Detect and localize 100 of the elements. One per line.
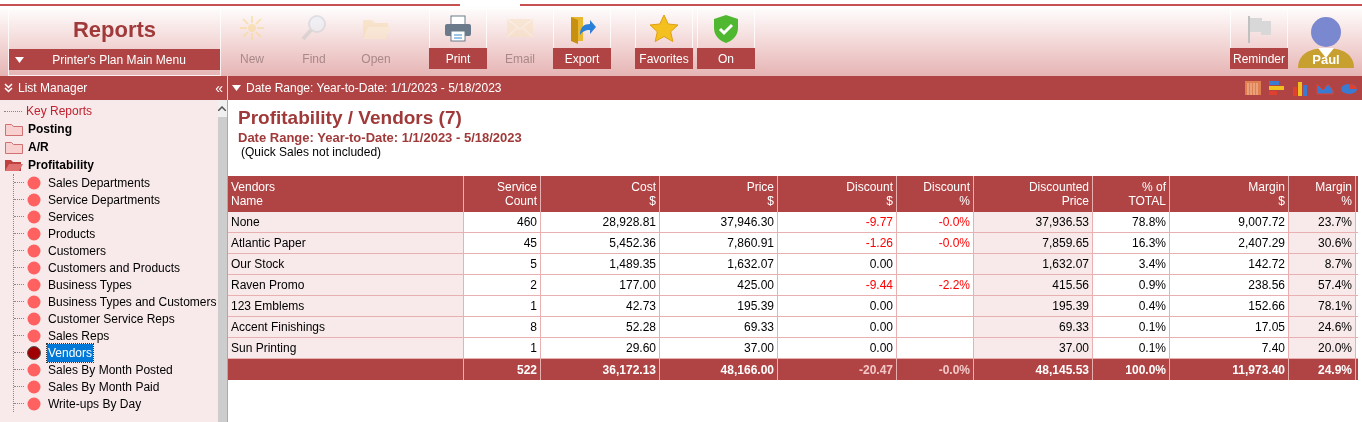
column-header[interactable]: Margin $ xyxy=(1170,176,1289,212)
total-cell: 36,172.13 xyxy=(541,359,660,380)
table-cell: 0.1% xyxy=(1093,338,1170,358)
table-cell: 57.4% xyxy=(1289,275,1356,295)
table-cell: 0.00 xyxy=(778,254,897,274)
table-icon[interactable] xyxy=(1244,80,1262,96)
tree-item[interactable]: Sales Reps xyxy=(47,326,111,345)
table-cell: 1,632.07 xyxy=(660,254,778,274)
table-cell: 0.1% xyxy=(1093,317,1170,337)
dot-icon xyxy=(27,362,41,377)
bar-chart-icon[interactable] xyxy=(1292,80,1310,96)
collapse-button[interactable]: « xyxy=(215,77,223,99)
dot-icon xyxy=(27,396,41,411)
table-cell: 2 xyxy=(464,275,541,295)
tree-link[interactable]: Key Reports xyxy=(26,102,93,120)
toolbar-button[interactable]: Export xyxy=(553,48,611,69)
dot-icon xyxy=(27,226,41,241)
tree-item[interactable]: Customer Service Reps xyxy=(47,309,176,328)
tree-folder[interactable]: Profitability xyxy=(28,156,94,174)
table-cell: 7,860.91 xyxy=(660,233,778,253)
report-title: Profitability / Vendors (7) xyxy=(238,106,463,130)
column-header[interactable]: Price $ xyxy=(660,176,778,212)
table-cell: 69.33 xyxy=(974,317,1093,337)
tree-item[interactable]: Write-ups By Day xyxy=(47,394,143,413)
horizontal-bar-chart-icon[interactable] xyxy=(1268,80,1286,96)
toolbar-button[interactable]: Print xyxy=(429,48,487,69)
table-cell: 78.8% xyxy=(1093,212,1170,232)
table-cell: 16.3% xyxy=(1093,233,1170,253)
tree-item[interactable]: Business Types and Customers xyxy=(47,292,218,311)
table-cell: -1.26 xyxy=(778,233,897,253)
toolbar-button[interactable]: Favorites xyxy=(635,48,693,69)
dot-icon xyxy=(27,209,41,224)
table-cell: 45 xyxy=(464,233,541,253)
tree-folder[interactable]: A/R xyxy=(28,138,49,156)
table-cell: 1 xyxy=(464,296,541,316)
table-cell: 37.00 xyxy=(660,338,778,358)
dot-icon xyxy=(27,379,41,394)
total-cell: 522 xyxy=(464,359,541,380)
column-header[interactable]: Discount % xyxy=(897,176,974,212)
table-cell: 28,928.81 xyxy=(541,212,660,232)
total-cell: 24.9% xyxy=(1289,359,1356,380)
table-cell: 0.4% xyxy=(1093,296,1170,316)
expand-icon[interactable] xyxy=(4,83,13,93)
scrollbar[interactable] xyxy=(217,100,227,422)
toolbar-button[interactable]: On xyxy=(697,48,755,69)
scroll-up-icon[interactable] xyxy=(218,106,227,111)
tree-item[interactable]: Sales By Month Posted xyxy=(47,360,174,379)
panel-title: List Manager xyxy=(18,80,88,97)
tree-item[interactable]: Service Departments xyxy=(47,190,162,209)
table-cell: 30.6% xyxy=(1289,233,1356,253)
tree-item[interactable]: Sales Departments xyxy=(47,173,152,192)
tree-item[interactable]: Customers xyxy=(47,241,107,260)
total-cell: 48,145.53 xyxy=(974,359,1093,380)
column-header[interactable]: Discount $ xyxy=(778,176,897,212)
table-cell: 78.1% xyxy=(1289,296,1356,316)
main-menu-button[interactable]: Printer's Plan Main Menu xyxy=(9,49,220,70)
dot-icon xyxy=(27,175,41,190)
tree-item[interactable]: Sales By Month Paid xyxy=(47,377,161,396)
caret-icon xyxy=(15,56,24,63)
table-cell: 5 xyxy=(464,254,541,274)
column-header[interactable]: % of TOTAL xyxy=(1093,176,1170,212)
table-cell: -9.77 xyxy=(778,212,897,232)
table-cell: 460 xyxy=(464,212,541,232)
table-cell: 29.60 xyxy=(541,338,660,358)
total-cell: 100.0% xyxy=(1093,359,1170,380)
total-cell: -0.0% xyxy=(897,359,974,380)
reminder-button[interactable]: Reminder xyxy=(1230,48,1288,69)
table-cell: 7,859.65 xyxy=(974,233,1093,253)
printer-icon xyxy=(442,12,474,45)
table-cell: 24.6% xyxy=(1289,317,1356,337)
table-cell: 0.00 xyxy=(778,338,897,358)
tree-item[interactable]: Customers and Products xyxy=(47,258,182,277)
dot-icon xyxy=(27,294,41,309)
table-cell: 8 xyxy=(464,317,541,337)
dot-icon xyxy=(27,192,41,207)
tree-item[interactable]: Products xyxy=(47,224,97,243)
column-header[interactable]: Service Count xyxy=(464,176,541,212)
table-cell: 1 xyxy=(464,338,541,358)
caret-icon[interactable] xyxy=(232,85,241,91)
tree-folder[interactable]: Posting xyxy=(28,120,72,138)
table-cell: 0.00 xyxy=(778,317,897,337)
table-cell: 1,489.35 xyxy=(541,254,660,274)
table-cell: Sun Printing xyxy=(228,338,464,358)
table-cell: 177.00 xyxy=(541,275,660,295)
tree-item[interactable]: Vendors xyxy=(47,343,94,362)
report-subtitle: Date Range: Year-to-Date: 1/1/2023 - 5/18/2023 xyxy=(238,130,523,145)
module-title: Reports xyxy=(71,15,158,44)
table-cell: 415.56 xyxy=(974,275,1093,295)
tree-item[interactable]: Services xyxy=(47,207,95,226)
tree-item[interactable]: Business Types xyxy=(47,275,133,294)
selected-dot-icon xyxy=(27,345,41,360)
total-cell: 48,166.00 xyxy=(660,359,778,380)
table-cell: 20.0% xyxy=(1289,338,1356,358)
table-cell: 0.9% xyxy=(1093,275,1170,295)
dot-icon xyxy=(27,328,41,343)
date-range-filter[interactable]: Date Range: Year-to-Date: 1/1/2023 - 5/18/2023 xyxy=(246,79,502,97)
table-cell: None xyxy=(228,212,464,232)
dot-icon xyxy=(27,277,41,292)
column-header[interactable]: Cost $ xyxy=(541,176,660,212)
table-cell: 425.00 xyxy=(660,275,778,295)
